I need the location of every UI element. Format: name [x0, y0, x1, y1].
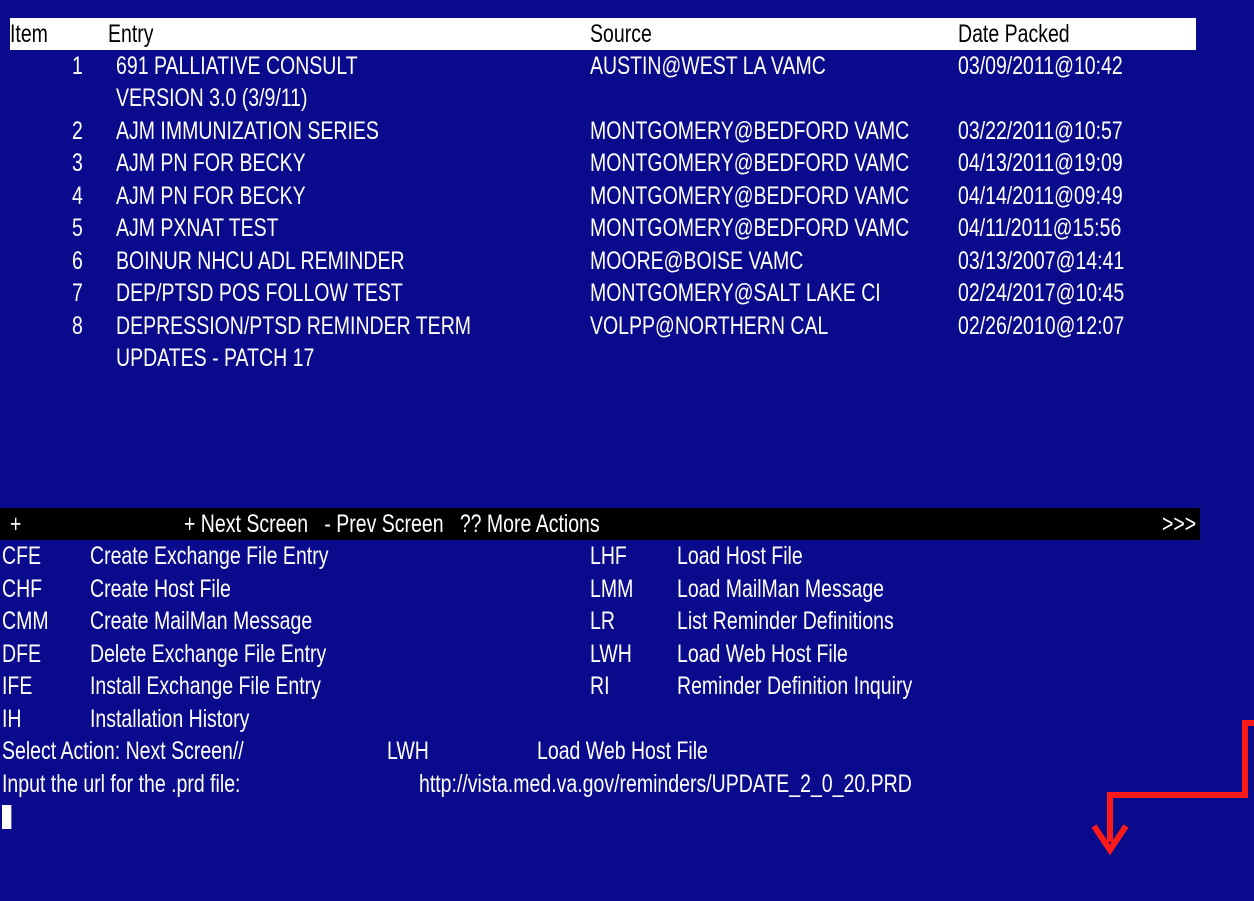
red-annotation-arrow [1091, 720, 1254, 856]
annotation-line [1107, 720, 1254, 842]
terminal-window: Item Entry Source Date Packed 1 691 PALL… [0, 0, 1254, 901]
